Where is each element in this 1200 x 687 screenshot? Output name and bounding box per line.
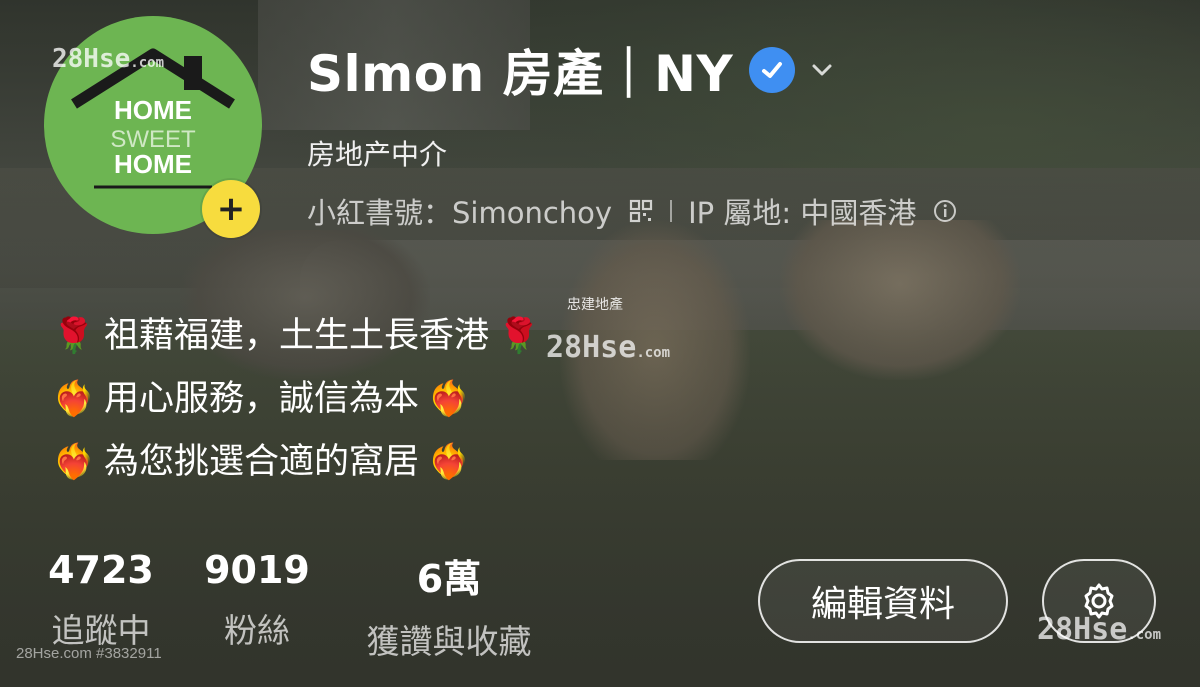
heart-on-fire-emoji: ❤️‍🔥 [52,379,96,419]
watermark: 28Hse.com [546,330,671,365]
rose-emoji: 🌹 [52,316,96,356]
stat-value: 9019 [204,548,310,592]
qr-code-icon[interactable] [628,198,654,224]
chevron-down-icon[interactable] [809,57,835,83]
stat-value: 4723 [48,548,154,592]
edit-profile-button[interactable]: 編輯資料 [758,559,1008,643]
watermark-footer: 28Hse.com #3832911 [16,645,162,662]
account-meta: 小紅書號：Simonchoy IP 屬地: 中國香港 [307,190,958,232]
logo-line-1: HOME [114,95,192,125]
account-id: 小紅書號：Simonchoy [307,196,613,230]
heart-on-fire-emoji: ❤️‍🔥 [52,442,96,482]
stat-likes-collections[interactable]: 6萬 獲讚與收藏 [354,548,544,663]
watermark: 28Hse.com [1037,612,1162,647]
occupation-tag: 房地产中介 [307,138,448,171]
bio-line: 🌹 祖藉福建，土生土長香港 🌹 [50,305,543,368]
bio-line: ❤️‍🔥 為您挑選合適的窩居 ❤️‍🔥 [50,431,543,494]
bio-text: 祖藉福建，土生土長香港 [104,316,490,356]
bio-text: 為您挑選合適的窩居 [104,442,420,482]
heart-on-fire-emoji: ❤️‍🔥 [427,442,471,482]
bio: 🌹 祖藉福建，土生土長香港 🌹 ❤️‍🔥 用心服務，誠信為本 ❤️‍🔥 ❤️‍🔥… [50,305,543,494]
rose-emoji: 🌹 [497,316,541,356]
bio-text: 用心服務，誠信為本 [104,379,420,419]
stat-value: 6萬 [416,557,482,601]
stat-label: 獲讚與收藏 [366,622,532,661]
watermark-agency-label: 忠建地產 [567,297,623,313]
stat-followers[interactable]: 9019 粉絲 [200,548,314,652]
watermark: 28Hse.com [52,44,164,74]
bio-line: ❤️‍🔥 用心服務，誠信為本 ❤️‍🔥 [50,368,543,431]
profile-header: Slmon 房產｜NY [307,34,835,106]
plus-icon: + [216,189,246,229]
verified-check-icon [749,47,796,93]
stat-label: 粉絲 [224,611,290,650]
info-circle-icon[interactable] [932,198,958,224]
profile-name: Slmon 房產｜NY [307,45,734,103]
stat-following[interactable]: 4723 追蹤中 [44,548,158,652]
heart-on-fire-emoji: ❤️‍🔥 [427,379,471,419]
logo-line-3: HOME [114,149,192,179]
add-avatar-button[interactable]: + [202,180,260,238]
ip-location: IP 屬地: 中國香港 [688,196,917,230]
meta-divider [670,200,673,222]
